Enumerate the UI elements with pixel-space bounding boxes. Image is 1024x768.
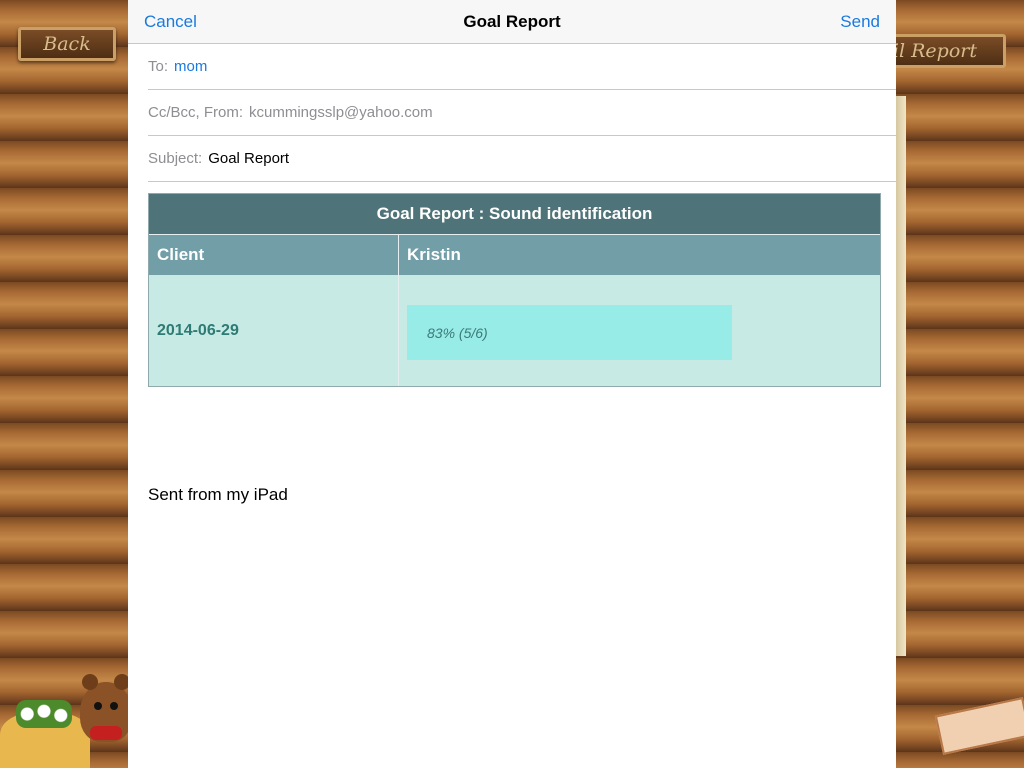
teddy-bear-icon — [80, 674, 132, 742]
bear-ear — [82, 674, 98, 690]
background-panel-edge — [896, 96, 906, 656]
row-date: 2014-06-29 — [149, 275, 399, 386]
goal-report-table: Goal Report : Sound identification Clien… — [148, 193, 881, 387]
mail-compose-sheet: Cancel Goal Report Send To: mom Cc/Bcc, … — [128, 0, 896, 768]
flowers-icon — [16, 700, 72, 728]
bear-bow — [90, 726, 122, 740]
progress-text: 83% (5/6) — [427, 324, 488, 341]
to-recipient[interactable]: mom — [174, 58, 207, 75]
table-row: 2014-06-29 83% (5/6) — [149, 275, 880, 386]
bear-eye — [94, 702, 102, 710]
book-icon — [934, 697, 1024, 755]
send-button[interactable]: Send — [840, 12, 880, 32]
cancel-button[interactable]: Cancel — [144, 12, 197, 32]
compose-nav-bar: Cancel Goal Report Send — [128, 0, 896, 44]
progress-bar: 83% (5/6) — [407, 305, 799, 360]
to-field[interactable]: To: mom — [148, 44, 896, 90]
ccbcc-from-field[interactable]: Cc/Bcc, From: kcummingsslp@yahoo.com — [148, 90, 896, 136]
compose-title: Goal Report — [463, 11, 561, 31]
subject-label: Subject: — [148, 150, 203, 167]
subject-field[interactable]: Subject: Goal Report — [148, 136, 896, 182]
back-button[interactable]: Back — [18, 27, 116, 61]
email-signature[interactable]: Sent from my iPad — [148, 485, 288, 505]
report-title: Goal Report : Sound identification — [149, 194, 880, 235]
to-label: To: — [148, 58, 169, 75]
row-progress-cell: 83% (5/6) — [399, 275, 880, 386]
report-header-row: Client Kristin — [149, 235, 880, 275]
header-client: Client — [149, 235, 399, 275]
subject-input[interactable]: Goal Report — [208, 150, 289, 167]
ccbcc-from-label: Cc/Bcc, From: — [148, 104, 244, 121]
from-address[interactable]: kcummingsslp@yahoo.com — [249, 104, 433, 121]
email-report-button[interactable]: Email Report — [880, 34, 1006, 68]
header-client-name: Kristin — [407, 245, 461, 264]
bear-eye — [110, 702, 118, 710]
